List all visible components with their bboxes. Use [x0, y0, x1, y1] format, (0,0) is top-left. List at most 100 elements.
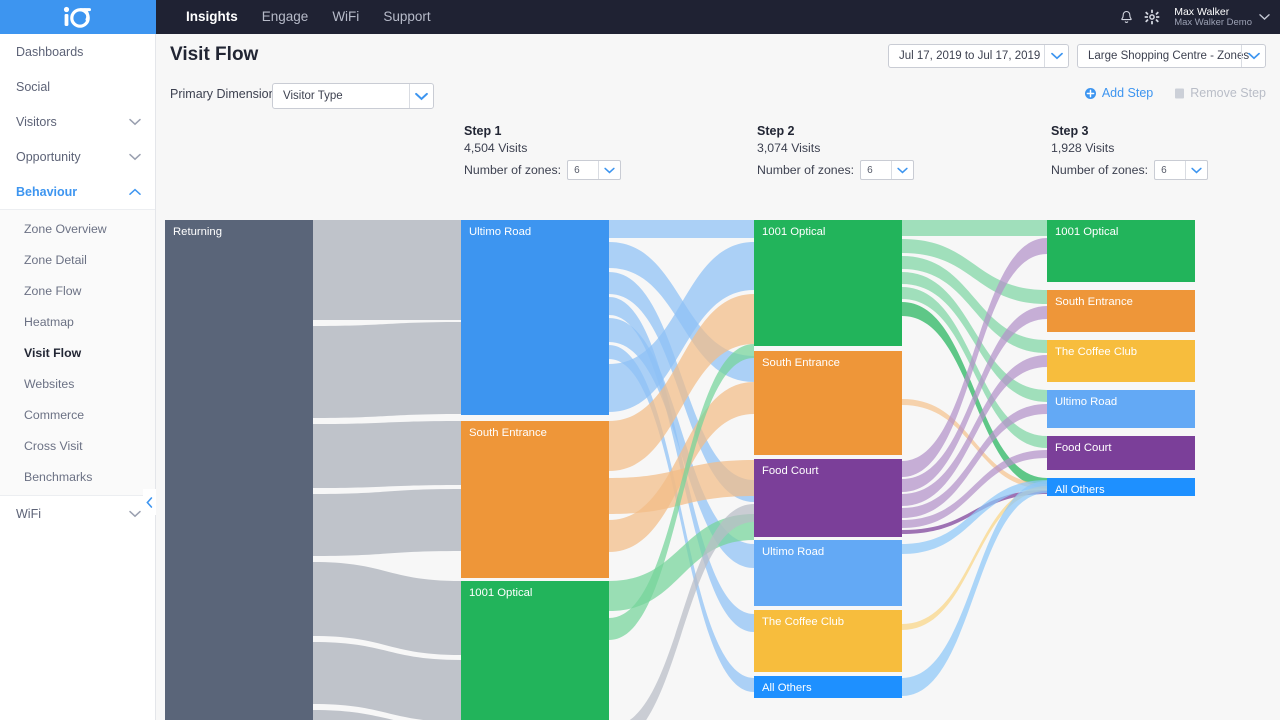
sankey-node[interactable]: [1047, 478, 1195, 496]
nav-item-engage[interactable]: Engage: [250, 0, 321, 34]
nav-item-wifi[interactable]: WiFi: [320, 0, 371, 34]
sankey-node[interactable]: [754, 459, 902, 537]
minus-square-icon: [1175, 88, 1185, 98]
sankey-link[interactable]: [313, 220, 461, 320]
step-zones-row: Number of zones: 6: [464, 160, 622, 180]
app-logo[interactable]: [0, 0, 156, 34]
step-title: Step 1: [464, 124, 502, 138]
sankey-svg: Returning Ultimo RoadSouth Entrance1001 O…: [165, 220, 1195, 720]
sidebar-item-label: WiFi: [16, 506, 41, 521]
sidebar-sub-label: Websites: [24, 376, 75, 391]
date-range-value: Jul 17, 2019 to Jul 17, 2019: [899, 50, 1041, 62]
chevron-down-icon: [1185, 161, 1207, 179]
chevron-down-icon: [129, 118, 141, 125]
sidebar-item-label: Dashboards: [16, 44, 84, 59]
sidebar-sub-label: Zone Overview: [24, 221, 107, 236]
sankey-node[interactable]: [1047, 340, 1195, 382]
dimension-row: Primary Dimension: Visitor Type Add Step…: [156, 80, 1280, 114]
user-info: Max Walker Max Walker Demo: [1174, 6, 1252, 29]
add-step-button[interactable]: Add Step: [1084, 86, 1153, 100]
sankey-node[interactable]: [1047, 390, 1195, 428]
sankey-node[interactable]: [754, 610, 902, 672]
sidebar-item-label: Social: [16, 79, 51, 94]
gear-icon[interactable]: [1144, 9, 1160, 25]
sankey-node[interactable]: [1047, 290, 1195, 332]
sankey-node[interactable]: [754, 676, 902, 698]
zone-count-select[interactable]: 6: [860, 160, 915, 180]
sidebar-item-wifi[interactable]: WiFi: [0, 496, 155, 531]
sankey-link[interactable]: [609, 220, 754, 238]
user-menu[interactable]: Max Walker Max Walker Demo: [1174, 6, 1270, 29]
chevron-down-icon: [409, 84, 433, 108]
sankey-link[interactable]: [313, 489, 461, 556]
chevron-up-icon: [129, 188, 141, 195]
nav-item-support[interactable]: Support: [371, 0, 442, 34]
sidebar-item-opportunity[interactable]: Opportunity: [0, 139, 155, 174]
sidebar-sub-label: Commerce: [24, 407, 85, 422]
top-bar: Insights Engage WiFi Support Max Walker …: [0, 0, 1280, 34]
nav-item-insights[interactable]: Insights: [174, 0, 250, 34]
sidebar-item-dashboards[interactable]: Dashboards: [0, 34, 155, 69]
chevron-down-icon: [598, 161, 620, 179]
primary-dimension-value: Visitor Type: [283, 90, 343, 102]
plus-circle-icon: [1084, 87, 1096, 99]
sankey-node[interactable]: [754, 540, 902, 606]
sankey-node[interactable]: [1047, 436, 1195, 470]
user-name: Max Walker: [1174, 5, 1230, 18]
zone-count-select[interactable]: 6: [567, 160, 622, 180]
visit-flow-sankey: Returning Ultimo Road South Entrance 1001 O…: [156, 184, 1280, 720]
sankey-node[interactable]: [165, 220, 313, 720]
step-header-3: Step 3 1,928 Visits Number of zones: 6: [1051, 124, 1209, 180]
user-account: Max Walker Demo: [1174, 16, 1252, 28]
step-zones-row: Number of zones: 6: [1051, 160, 1209, 180]
sidebar-item-commerce[interactable]: Commerce: [0, 399, 155, 430]
date-range-selector[interactable]: Jul 17, 2019 to Jul 17, 2019: [888, 44, 1069, 68]
chevron-down-icon: [1241, 45, 1265, 67]
sidebar-item-social[interactable]: Social: [0, 69, 155, 104]
sankey-node[interactable]: [461, 421, 609, 578]
chevron-down-icon: [891, 161, 913, 179]
location-selector[interactable]: Large Shopping Centre - Zones: [1077, 44, 1266, 68]
step-zones-row: Number of zones: 6: [757, 160, 915, 180]
sidebar-item-zone-flow[interactable]: Zone Flow: [0, 275, 155, 306]
sidebar-item-label: Visitors: [16, 114, 57, 129]
step-header-1: Step 1 4,504 Visits Number of zones: 6: [464, 124, 622, 180]
sidebar-collapse-button[interactable]: [143, 489, 156, 515]
sankey-link[interactable]: [902, 220, 1047, 236]
chevron-down-icon: [1259, 14, 1270, 20]
step-visits: 3,074 Visits: [757, 141, 821, 155]
sidebar-item-websites[interactable]: Websites: [0, 368, 155, 399]
primary-dimension-select[interactable]: Visitor Type: [272, 83, 434, 109]
sankey-node[interactable]: [754, 351, 902, 455]
sidebar-item-visitors[interactable]: Visitors: [0, 104, 155, 139]
sankey-node[interactable]: [461, 581, 609, 720]
sidebar-item-visit-flow[interactable]: Visit Flow: [0, 337, 155, 368]
sidebar-item-zone-detail[interactable]: Zone Detail: [0, 244, 155, 275]
sankey-node[interactable]: [754, 220, 902, 346]
zone-count-value: 6: [867, 164, 873, 176]
sidebar-item-cross-visit[interactable]: Cross Visit: [0, 430, 155, 461]
sankey-link[interactable]: [313, 562, 461, 655]
sidebar-sub-label: Cross Visit: [24, 438, 83, 453]
step-actions: Add Step Remove Step: [1084, 86, 1266, 100]
sidebar-sub-label: Visit Flow: [24, 345, 82, 360]
sidebar-item-heatmap[interactable]: Heatmap: [0, 306, 155, 337]
zones-label: Number of zones:: [1051, 163, 1149, 177]
sidebar-sub-label: Benchmarks: [24, 469, 93, 484]
chevron-down-icon: [129, 510, 141, 517]
step-visits: 4,504 Visits: [464, 141, 528, 155]
sidebar-item-benchmarks[interactable]: Benchmarks: [0, 461, 155, 492]
sankey-link[interactable]: [313, 322, 461, 418]
zone-count-select[interactable]: 6: [1154, 160, 1209, 180]
sankey-node[interactable]: [461, 220, 609, 415]
sankey-link[interactable]: [313, 421, 461, 488]
sidebar-item-zone-overview[interactable]: Zone Overview: [0, 213, 155, 244]
sankey-node[interactable]: [1047, 220, 1195, 282]
bell-icon[interactable]: [1119, 10, 1134, 25]
sidebar-item-behaviour[interactable]: Behaviour: [0, 174, 155, 209]
step-title: Step 3: [1051, 124, 1089, 138]
sidebar-sub-label: Zone Detail: [24, 252, 87, 267]
dimension-label: Primary Dimension:: [170, 87, 280, 101]
sidebar-item-label: Behaviour: [16, 184, 78, 199]
page-header: Visit Flow Jul 17, 2019 to Jul 17, 2019 …: [156, 34, 1280, 80]
